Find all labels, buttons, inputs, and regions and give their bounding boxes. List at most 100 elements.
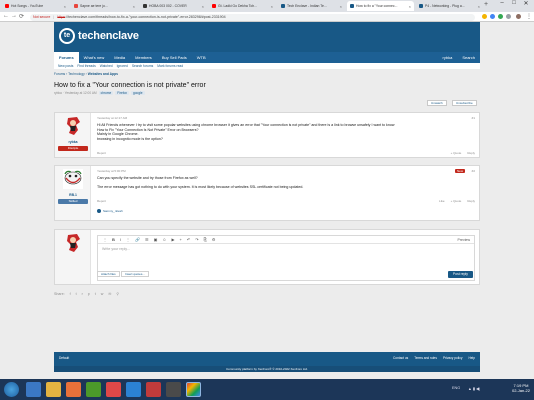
subnav-ignored[interactable]: Ignored xyxy=(117,64,128,68)
browser-tab[interactable]: Sapne ae tere jo... × xyxy=(71,1,138,11)
not-secure-label[interactable]: Not secure xyxy=(33,15,50,19)
avatar[interactable] xyxy=(64,116,82,136)
new-tab-button[interactable]: + xyxy=(484,1,488,8)
footer-terms[interactable]: Terms and rules xyxy=(414,356,437,360)
taskbar-media-icon[interactable] xyxy=(66,382,81,397)
close-tab-icon[interactable]: × xyxy=(133,4,135,9)
close-tab-icon[interactable]: × xyxy=(409,4,411,9)
subnav-new-posts[interactable]: New posts xyxy=(58,64,73,68)
tag[interactable]: chrome xyxy=(98,91,114,95)
reply-button[interactable]: Reply xyxy=(467,199,475,203)
report-link[interactable]: Report xyxy=(97,199,106,203)
preview-button[interactable]: Preview xyxy=(458,238,470,242)
subnav-find-threads[interactable]: Find threads xyxy=(77,64,95,68)
taskbar-chrome-icon[interactable] xyxy=(186,382,201,397)
subnav-search-forums[interactable]: Search forums xyxy=(132,64,153,68)
nav-account[interactable]: rybka xyxy=(438,52,458,63)
close-window-button[interactable]: ✕ xyxy=(520,0,532,7)
footer-privacy[interactable]: Privacy policy xyxy=(443,356,463,360)
quote-button[interactable]: + Quote xyxy=(451,151,462,155)
nav-media[interactable]: Media xyxy=(109,52,130,63)
minimize-button[interactable]: – xyxy=(496,0,508,6)
breadcrumb-websites[interactable]: Websites and Apps xyxy=(88,72,118,76)
thread-date[interactable]: Yesterday at 12:00 AM xyxy=(65,91,97,95)
reload-icon[interactable]: ⟳ xyxy=(19,13,24,20)
extension-icon[interactable] xyxy=(498,14,503,19)
unsubscribe-button[interactable]: Unsubscribe xyxy=(452,100,477,106)
browser-tab[interactable]: HOBA 003 002 - COVER × xyxy=(140,1,207,11)
like-button[interactable]: Like xyxy=(439,199,445,203)
avatar[interactable] xyxy=(64,233,82,253)
tumblr-icon[interactable]: t xyxy=(95,292,96,296)
taskbar-app-icon[interactable] xyxy=(106,382,121,397)
more-text-icon[interactable]: ⋮ xyxy=(126,237,130,242)
avatar[interactable] xyxy=(63,169,83,189)
browser-tab[interactable]: Gt. Ladki Go Dekha Toh... × xyxy=(209,1,276,11)
post-username[interactable]: RB.1 xyxy=(55,193,91,197)
redo-icon[interactable]: ↷ xyxy=(195,237,198,242)
post-reply-button[interactable]: Post reply xyxy=(447,271,473,278)
footer-help[interactable]: Help xyxy=(468,356,475,360)
taskbar-app-icon[interactable] xyxy=(126,382,141,397)
media-icon[interactable]: ▶ xyxy=(171,237,174,242)
attach-files-button[interactable]: Attach files xyxy=(97,271,120,277)
breadcrumb-technology[interactable]: Technology xyxy=(68,72,85,76)
nav-members[interactable]: Members xyxy=(130,52,157,63)
nav-wtb[interactable]: WTB xyxy=(192,52,211,63)
browser-tab[interactable]: Tech Enclave - Indian Te... × xyxy=(278,1,345,11)
browser-tab[interactable]: P4 - Networking - Plug a... × xyxy=(416,1,483,11)
profile-avatar-icon[interactable] xyxy=(516,14,521,19)
unwatch-button[interactable]: Unwatch xyxy=(427,100,447,106)
whatsapp-icon[interactable]: w xyxy=(101,292,104,296)
nav-whats-new[interactable]: What's new xyxy=(79,52,110,63)
close-tab-icon[interactable]: × xyxy=(271,4,273,9)
list-icon[interactable]: ☰ xyxy=(145,237,149,242)
undo-icon[interactable]: ↶ xyxy=(187,237,190,242)
email-icon[interactable]: ✉ xyxy=(108,292,111,296)
pinterest-icon[interactable]: p xyxy=(88,292,90,296)
post-number[interactable]: #1 xyxy=(472,116,475,120)
twitter-icon[interactable]: t xyxy=(76,292,77,296)
link-icon[interactable]: 🔗 xyxy=(135,237,140,242)
address-bar[interactable]: Not secure | https ://techenclave.com/th… xyxy=(30,13,475,21)
nav-buy-sell[interactable]: Buy Sell Pads xyxy=(157,52,192,63)
browser-tab[interactable]: Hot Songs - YouTube × xyxy=(2,1,69,11)
likers-list[interactable]: Sammy_nitesh xyxy=(103,209,123,213)
tag[interactable]: Firefox xyxy=(115,91,129,95)
bookmark-icon[interactable] xyxy=(506,14,511,19)
reddit-icon[interactable]: r xyxy=(82,292,83,296)
smilie-icon[interactable]: ☺ xyxy=(162,237,166,242)
post-number[interactable]: #2 xyxy=(472,169,475,173)
image-icon[interactable]: ▣ xyxy=(154,237,158,242)
post-username[interactable]: rybka xyxy=(55,140,91,144)
menu-icon[interactable]: ⋮ xyxy=(526,13,532,20)
facebook-icon[interactable]: f xyxy=(70,292,71,296)
taskbar-app-icon[interactable] xyxy=(166,382,181,397)
close-tab-icon[interactable]: × xyxy=(340,4,342,9)
drafts-icon[interactable]: ⎘ xyxy=(204,237,207,242)
italic-icon[interactable]: I xyxy=(120,237,121,242)
back-icon[interactable]: ← xyxy=(3,13,9,19)
start-button[interactable] xyxy=(4,382,19,397)
post-date[interactable]: Yesterday at 12:17 AM xyxy=(97,116,127,120)
site-logo[interactable]: te techenclave xyxy=(59,28,139,44)
footer-contact[interactable]: Contact us xyxy=(393,356,408,360)
insert-icon[interactable]: + xyxy=(180,237,182,242)
taskbar-explorer-icon[interactable] xyxy=(46,382,61,397)
maximize-button[interactable]: □ xyxy=(508,0,520,6)
thread-author[interactable]: rybka xyxy=(54,91,62,95)
extension-icon[interactable] xyxy=(490,14,495,19)
post-date[interactable]: Yesterday at 5:00 PM xyxy=(97,169,126,173)
report-link[interactable]: Report xyxy=(97,151,106,155)
extension-icon[interactable] xyxy=(482,14,487,19)
breadcrumb-forums[interactable]: Forums xyxy=(54,72,65,76)
subnav-watched[interactable]: Watched xyxy=(100,64,113,68)
taskbar-app-icon[interactable] xyxy=(86,382,101,397)
settings-icon[interactable]: ⚙ xyxy=(212,237,216,242)
system-clock[interactable]: 7:19 PM 02-Jan-22 xyxy=(512,383,530,393)
link-share-icon[interactable]: ⚲ xyxy=(116,292,119,296)
language-indicator[interactable]: ENG xyxy=(452,386,460,390)
tag[interactable]: google xyxy=(131,91,145,95)
reply-button[interactable]: Reply xyxy=(467,151,475,155)
subnav-mark-read[interactable]: Mark forums read xyxy=(157,64,183,68)
